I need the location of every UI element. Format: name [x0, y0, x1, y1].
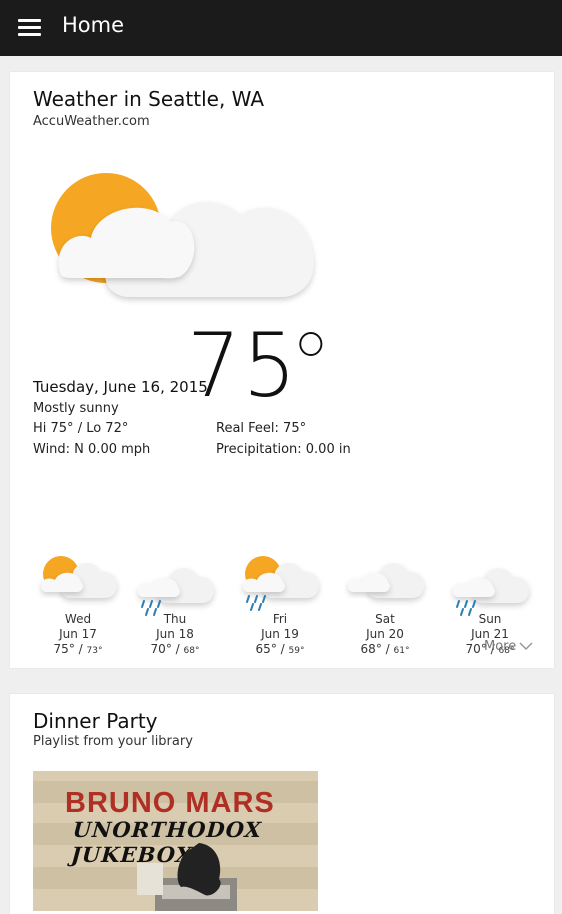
forecast-day: Fri [272, 612, 288, 626]
playlist-card[interactable]: Dinner Party Playlist from your library … [10, 694, 554, 914]
rain-cloud-icon [453, 568, 530, 616]
wind: Wind: N 0.00 mph [33, 442, 151, 457]
rain-cloud-icon [138, 568, 215, 616]
forecast-temps: 65° / 59° [255, 642, 305, 656]
more-button[interactable]: More [484, 639, 533, 654]
forecast-day: Wed [64, 612, 92, 626]
hamburger-menu-icon[interactable] [18, 18, 42, 38]
forecast-temps: 70° / 68° [150, 642, 200, 656]
more-label: More [484, 639, 517, 654]
page-title: Home [62, 13, 125, 37]
sun-rain-cloud-icon [243, 556, 320, 611]
weather-title: Weather in Seattle, WA [33, 87, 265, 111]
top-app-bar: Home [0, 0, 562, 56]
forecast-day-wed[interactable]: Wed Jun 17 75° / 73° [28, 547, 128, 659]
forecast-day-fri[interactable]: Fri Jun 19 65° / 59° [230, 547, 330, 659]
forecast-temps: 68° / 61° [360, 642, 410, 656]
forecast-day-thu[interactable]: Thu Jun 18 70° / 68° [125, 547, 225, 659]
weather-card[interactable]: Weather in Seattle, WA AccuWeather.com 7… [10, 72, 554, 668]
forecast-date: Jun 19 [261, 627, 299, 641]
degree-symbol [299, 332, 323, 356]
chevron-down-icon [519, 642, 533, 651]
forecast-day: Sat [375, 612, 395, 626]
forecast-temps: 75° / 73° [53, 642, 103, 656]
forecast-date: Jun 18 [156, 627, 194, 641]
forecast-date: Jun 20 [366, 627, 404, 641]
album-photo [137, 843, 237, 911]
precipitation: Precipitation: 0.00 in [216, 442, 351, 457]
current-temperature: 75 [187, 322, 323, 410]
real-feel: Real Feel: 75° [216, 421, 307, 436]
weather-icon-large [51, 173, 314, 297]
sun-cloud-icon [41, 556, 118, 598]
playlist-subtitle: Playlist from your library [33, 734, 193, 749]
cloud-icon [348, 563, 425, 598]
forecast-date: Jun 17 [59, 627, 97, 641]
album-artist-text: BRUNO MARS [65, 787, 275, 819]
album-art[interactable]: BRUNO MARS UNORTHODOX JUKEBOX [33, 771, 318, 911]
playlist-title: Dinner Party [33, 709, 158, 733]
weather-condition: Mostly sunny [33, 401, 119, 416]
weather-date: Tuesday, June 16, 2015 [33, 378, 208, 396]
hi-lo: Hi 75° / Lo 72° [33, 421, 129, 436]
weather-source: AccuWeather.com [33, 114, 150, 129]
forecast-day-sat[interactable]: Sat Jun 20 68° / 61° [335, 547, 435, 659]
